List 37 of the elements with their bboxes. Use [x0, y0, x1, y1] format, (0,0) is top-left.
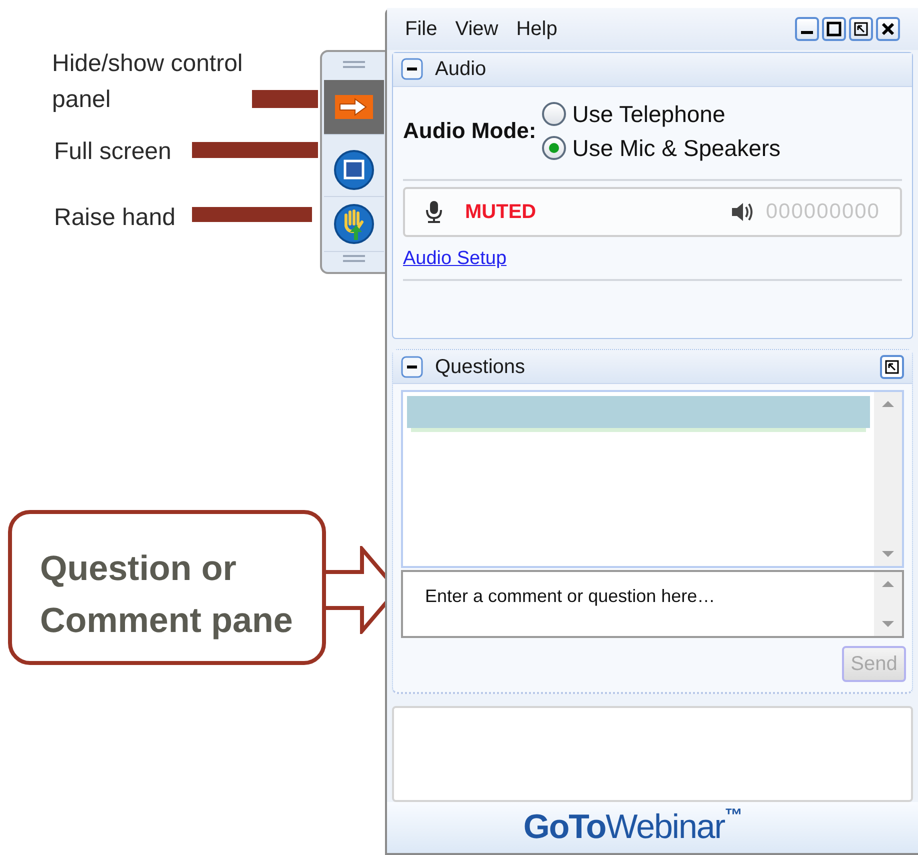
toolbar-button[interactable]: [324, 80, 384, 135]
speaker-level-meter: 000000000: [766, 199, 880, 226]
pop-out-icon: [883, 358, 901, 376]
menu-item[interactable]: File: [405, 14, 438, 44]
grip-icon[interactable]: [342, 254, 366, 264]
collapse-icon[interactable]: [401, 356, 423, 378]
product-logo: GoToWebinar™: [523, 804, 743, 848]
restore-icon: [853, 20, 869, 37]
annotation-label: Raise hand: [54, 203, 176, 233]
maximize-button[interactable]: [822, 16, 846, 41]
minimize-icon: [801, 31, 813, 34]
annotation-label: Full screen: [54, 137, 172, 167]
restore-button[interactable]: [849, 16, 873, 41]
radio-button[interactable]: [542, 102, 566, 126]
radio-label: Use Telephone: [572, 100, 726, 129]
collapse-icon[interactable]: [401, 58, 423, 80]
mute-status: MUTED: [465, 200, 536, 225]
close-icon: [880, 20, 896, 37]
grip-icon[interactable]: [342, 60, 366, 70]
menu-item[interactable]: View: [455, 14, 498, 44]
maximize-icon: [826, 20, 842, 37]
minimize-button[interactable]: [795, 16, 819, 41]
fullscreen-icon: [334, 150, 374, 190]
pop-out-button[interactable]: [880, 354, 904, 379]
audio-mode-label: Audio Mode:: [403, 117, 536, 146]
microphone-icon: [425, 200, 443, 224]
raise-hand-icon: [334, 204, 374, 244]
annotation-label: Hide/show control panel: [52, 49, 244, 115]
callout-text: Question or Comment pane: [40, 548, 294, 642]
panel-title: Audio: [435, 57, 486, 82]
speaker-icon: [730, 200, 754, 223]
radio-button[interactable]: [542, 136, 566, 160]
radio-label: Use Mic & Speakers: [572, 134, 781, 163]
panel-title: Questions: [435, 354, 526, 380]
menu-item[interactable]: Help: [516, 14, 558, 44]
close-button[interactable]: [876, 16, 900, 41]
audio-setup-link[interactable]: Audio Setup: [403, 244, 507, 274]
